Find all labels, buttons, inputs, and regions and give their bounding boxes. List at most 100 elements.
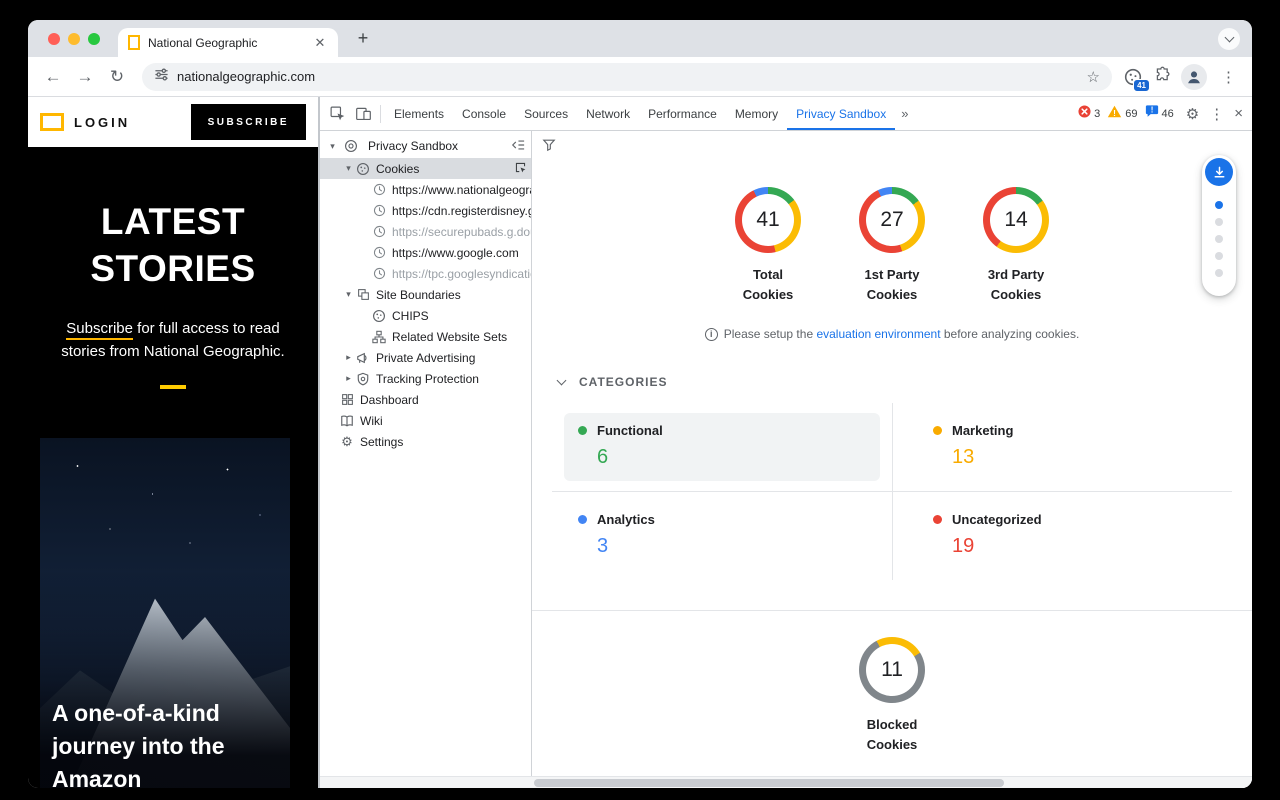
login-button[interactable]: LOGIN <box>74 115 130 130</box>
category-cell-uncategorized[interactable]: Uncategorized 19 <box>892 492 1232 580</box>
back-button[interactable]: ← <box>38 62 68 92</box>
hero-image: A one-of-a-kind journey into the Amazon <box>40 438 290 788</box>
devtools-tab-elements[interactable]: Elements <box>385 97 453 130</box>
devtools-tab-privacy-sandbox[interactable]: Privacy Sandbox <box>787 97 895 130</box>
category-value: 3 <box>578 535 866 558</box>
tree-item-cookies[interactable]: ▾Cookies <box>320 158 531 179</box>
category-dot-icon <box>933 426 942 435</box>
tree-item-related-website-sets[interactable]: Related Website Sets <box>320 326 531 347</box>
maximize-window-button[interactable] <box>88 33 100 45</box>
error-count: 3 <box>1094 108 1100 120</box>
warning-icon[interactable]: ! <box>1107 105 1122 123</box>
clock-icon <box>371 182 387 198</box>
sitemap-icon <box>371 329 387 345</box>
minimize-window-button[interactable] <box>68 33 80 45</box>
devtools-menu-icon[interactable]: ⋮ <box>1204 105 1229 123</box>
category-cell-functional[interactable]: Functional6 <box>552 403 892 492</box>
bookmark-star-icon[interactable]: ☆ <box>1087 68 1100 86</box>
new-tab-button[interactable]: + <box>350 26 376 52</box>
tree-item-label: Settings <box>360 435 531 449</box>
issues-count: 46 <box>1162 108 1174 120</box>
subscribe-link[interactable]: Subscribe <box>66 320 133 340</box>
devtools-settings-icon[interactable]: ⚙ <box>1181 105 1204 123</box>
tree-item-site-boundaries[interactable]: ▾Site Boundaries <box>320 284 531 305</box>
category-dot-icon <box>933 515 942 524</box>
site-settings-icon[interactable] <box>154 67 169 87</box>
tree-arrow-icon[interactable]: ▾ <box>342 289 355 300</box>
browser-menu-icon[interactable]: ⋮ <box>1217 68 1240 86</box>
category-name: Uncategorized <box>952 512 1042 527</box>
third-party-cookies-donut: 14 3rd Party Cookies <box>960 187 1072 305</box>
devtools-tab-performance[interactable]: Performance <box>639 97 726 130</box>
tree-root[interactable]: ▾ Privacy Sandbox <box>320 134 531 158</box>
scrollbar-thumb[interactable] <box>534 779 1004 787</box>
tab-strip: National Geographic ✕ + <box>28 20 1252 57</box>
section-dot-0[interactable] <box>1215 201 1223 209</box>
section-dot-3[interactable] <box>1215 252 1223 260</box>
issues-icon[interactable]: ! <box>1145 104 1159 123</box>
collapse-panel-icon[interactable] <box>511 138 525 155</box>
section-dot-2[interactable] <box>1215 235 1223 243</box>
devtools-tabs: ElementsConsoleSourcesNetworkPerformance… <box>385 97 895 130</box>
hero-caption[interactable]: A one-of-a-kind journey into the Amazon <box>52 697 257 788</box>
evaluation-environment-link[interactable]: evaluation environment <box>816 327 940 341</box>
cookie-extension-button[interactable]: 41 <box>1122 66 1144 88</box>
tree-arrow-icon[interactable]: ▸ <box>342 373 355 384</box>
tree-item-tracking-protection[interactable]: ▸Tracking Protection <box>320 368 531 389</box>
webpage: LOGIN SUBSCRIBE LATEST STORIES Subscribe… <box>28 97 318 788</box>
page-headline: LATEST STORIES <box>36 199 310 293</box>
categories-grid: Functional6Marketing13Analytics3Uncatego… <box>552 403 1232 580</box>
download-report-button[interactable] <box>1205 158 1233 186</box>
category-cell-marketing[interactable]: Marketing13 <box>892 403 1232 492</box>
device-toolbar-icon[interactable] <box>350 101 376 127</box>
categories-header[interactable]: CATEGORIES <box>552 375 1232 389</box>
error-icon[interactable] <box>1078 105 1091 123</box>
address-bar[interactable]: nationalgeographic.com ☆ <box>142 63 1112 91</box>
tree-item-https-www-google-com[interactable]: https://www.google.com <box>320 242 531 263</box>
devtools-close-icon[interactable]: × <box>1229 105 1248 122</box>
devtools-tab-memory[interactable]: Memory <box>726 97 787 130</box>
tab-title: National Geographic <box>148 36 304 50</box>
tree-item-dashboard[interactable]: Dashboard <box>320 389 531 410</box>
category-name: Marketing <box>952 423 1013 438</box>
close-window-button[interactable] <box>48 33 60 45</box>
expand-arrow-icon[interactable]: ▾ <box>326 141 339 152</box>
tab-close-icon[interactable]: ✕ <box>312 35 328 51</box>
profile-avatar[interactable] <box>1181 64 1207 90</box>
section-dot-4[interactable] <box>1215 269 1223 277</box>
tree-item-https-cdn-registerdisney-go-com[interactable]: https://cdn.registerdisney.go.com <box>320 200 531 221</box>
tree-item-label: https://cdn.registerdisney.go.com <box>392 204 531 218</box>
traffic-lights <box>48 33 100 45</box>
tree-item-https-www-nationalgeographic-com[interactable]: https://www.nationalgeographic.com <box>320 179 531 200</box>
devtools-tab-network[interactable]: Network <box>577 97 639 130</box>
extensions-puzzle-icon[interactable] <box>1154 66 1171 88</box>
tree-item-chips[interactable]: CHIPS <box>320 305 531 326</box>
warning-count: 69 <box>1125 108 1137 120</box>
tree-item-private-advertising[interactable]: ▸Private Advertising <box>320 347 531 368</box>
tree-item-https-tpc-googlesyndication-com[interactable]: https://tpc.googlesyndication.com <box>320 263 531 284</box>
tab-search-button[interactable] <box>1218 28 1240 50</box>
devtools-tab-console[interactable]: Console <box>453 97 515 130</box>
clock-icon <box>371 224 387 240</box>
browser-tab[interactable]: National Geographic ✕ <box>118 28 338 57</box>
tree-item-settings[interactable]: ⚙Settings <box>320 431 531 452</box>
category-cell-analytics[interactable]: Analytics3 <box>552 492 892 580</box>
natgeo-logo-icon[interactable] <box>40 113 64 131</box>
subscribe-button[interactable]: SUBSCRIBE <box>191 104 306 140</box>
category-value: 19 <box>933 535 1206 558</box>
devtools-tab-sources[interactable]: Sources <box>515 97 577 130</box>
clock-icon <box>371 245 387 261</box>
category-name: Functional <box>597 423 663 438</box>
tree-item-https-securepubads-g-doubleclick-net[interactable]: https://securepubads.g.doubleclick.net <box>320 221 531 242</box>
tree-item-label: Wiki <box>360 414 531 428</box>
tree-arrow-icon[interactable]: ▸ <box>342 352 355 363</box>
horizontal-scrollbar[interactable] <box>320 776 1252 788</box>
element-picker-icon[interactable] <box>514 161 527 177</box>
reload-button[interactable]: ↻ <box>102 62 132 92</box>
inspect-element-icon[interactable] <box>324 101 350 127</box>
tree-item-wiki[interactable]: Wiki <box>320 410 531 431</box>
more-tabs-button[interactable]: » <box>895 106 914 121</box>
section-dot-1[interactable] <box>1215 218 1223 226</box>
forward-button[interactable]: → <box>70 62 100 92</box>
tree-arrow-icon[interactable]: ▾ <box>342 163 355 174</box>
